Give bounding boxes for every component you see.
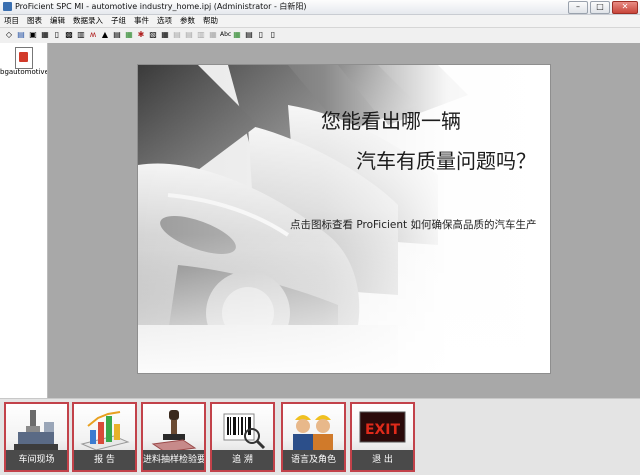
roles-button[interactable]: 语言及角色 <box>281 402 346 472</box>
data-icon[interactable]: ▦ <box>232 30 242 40</box>
project-panel: bgautomotive <box>0 43 48 398</box>
new-icon[interactable]: ◇ <box>4 30 14 40</box>
inspection-button[interactable]: 进料抽样检验要求 <box>141 402 206 472</box>
maximize-button[interactable]: □ <box>590 1 610 14</box>
dim-2-icon[interactable]: ▤ <box>184 30 194 40</box>
table-icon[interactable]: ▥ <box>76 30 86 40</box>
stamp-icon <box>151 410 197 452</box>
launcher-bar: 车间现场 报 告 进料抽样检验要求 <box>0 398 640 475</box>
dim-4-icon[interactable]: ▦ <box>208 30 218 40</box>
menu-parameters[interactable]: 参数 <box>176 15 199 27</box>
inspection-label: 进料抽样检验要求 <box>143 450 204 470</box>
report-chart-icon <box>80 411 130 451</box>
menu-subgroup[interactable]: 子组 <box>107 15 130 27</box>
filter-icon[interactable]: ▦ <box>124 30 134 40</box>
print-icon[interactable]: ▦ <box>40 30 50 40</box>
alarm-icon[interactable]: ▤ <box>112 30 122 40</box>
window-icon[interactable]: ▯ <box>256 30 266 40</box>
shop-floor-button[interactable]: 车间现场 <box>4 402 69 472</box>
export-icon[interactable]: ▧ <box>148 30 158 40</box>
menu-bar: 项目 图表 编辑 数据录入 子组 事件 选项 参数 帮助 <box>0 15 640 27</box>
window-controls: – □ ✕ <box>566 1 638 14</box>
toolbar: ◇ ▤ ▣ ▦ ▯ ▩ ▥ ʍ ▲ ▤ ▦ ✱ ▧ ▦ ▤ ▤ ▥ ▦ Abc … <box>0 27 640 44</box>
file-icon[interactable] <box>15 47 33 69</box>
menu-chart[interactable]: 图表 <box>23 15 46 27</box>
menu-data-entry[interactable]: 数据录入 <box>69 15 107 27</box>
menu-project[interactable]: 项目 <box>0 15 23 27</box>
settings-icon[interactable]: ▦ <box>160 30 170 40</box>
shop-floor-label: 车间现场 <box>6 450 67 470</box>
banner-headline-2: 汽车有质量问题吗？ <box>356 149 536 173</box>
workers-icon <box>293 415 333 450</box>
text-abc-icon[interactable]: Abc <box>220 30 231 40</box>
run-chart-icon[interactable]: ▲ <box>100 30 110 40</box>
machine-icon <box>14 410 58 450</box>
title-bar: ProFicient SPC MI - automotive industry_… <box>0 0 640 15</box>
roles-label: 语言及角色 <box>283 450 344 470</box>
layout-icon[interactable]: ▤ <box>244 30 254 40</box>
barcode-icon <box>223 413 266 450</box>
preview-icon[interactable]: ▯ <box>52 30 62 40</box>
home-banner[interactable]: 您能看出哪一辆 汽车有质量问题吗？ 点击图标查看 ProFicient 如何确保… <box>138 65 550 373</box>
dim-3-icon[interactable]: ▥ <box>196 30 206 40</box>
tile-icon[interactable]: ▯ <box>268 30 278 40</box>
dim-1-icon[interactable]: ▤ <box>172 30 182 40</box>
save-icon[interactable]: ▣ <box>28 30 38 40</box>
open-icon[interactable]: ▤ <box>16 30 26 40</box>
file-label[interactable]: bgautomotive <box>0 68 47 76</box>
banner-headline-1: 您能看出哪一辆 <box>321 109 461 133</box>
traceability-button[interactable]: 追 溯 <box>210 402 275 472</box>
exit-label: 退 出 <box>352 450 413 470</box>
reports-label: 报 告 <box>74 450 135 470</box>
traceability-label: 追 溯 <box>212 450 273 470</box>
chart-icon[interactable]: ʍ <box>88 30 98 40</box>
window-title: ProFicient SPC MI - automotive industry_… <box>15 2 307 11</box>
close-button[interactable]: ✕ <box>612 1 638 14</box>
banner-subtitle: 点击图标查看 ProFicient 如何确保高品质的汽车生产 <box>290 219 537 231</box>
grid-icon[interactable]: ▩ <box>64 30 74 40</box>
menu-edit[interactable]: 编辑 <box>46 15 69 27</box>
sort-icon[interactable]: ✱ <box>136 30 146 40</box>
app-icon <box>3 2 12 11</box>
menu-options[interactable]: 选项 <box>153 15 176 27</box>
exit-button[interactable]: EXIT 退 出 <box>350 402 415 472</box>
exit-sign-text: EXIT <box>365 422 401 438</box>
menu-event[interactable]: 事件 <box>130 15 153 27</box>
reports-button[interactable]: 报 告 <box>72 402 137 472</box>
exit-sign-icon: EXIT <box>359 411 406 443</box>
minimize-button[interactable]: – <box>568 1 588 14</box>
menu-help[interactable]: 帮助 <box>199 15 222 27</box>
